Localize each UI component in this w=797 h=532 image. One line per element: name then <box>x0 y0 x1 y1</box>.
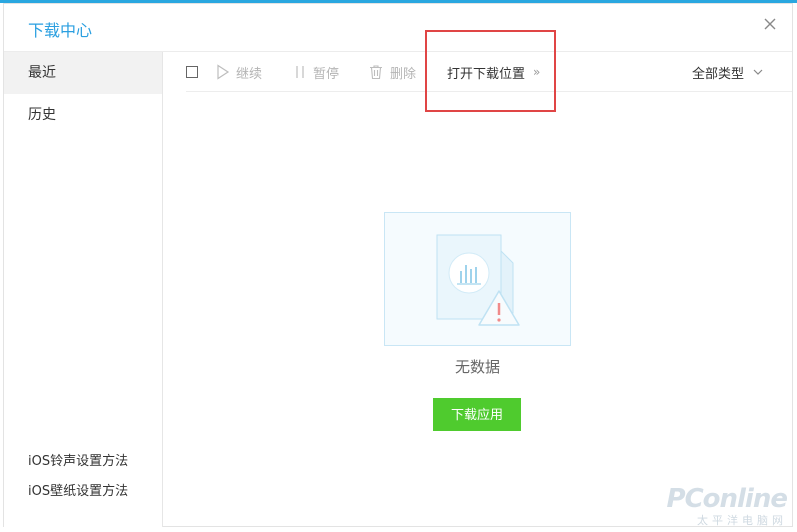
sidebar-help-links: iOS铃声设置方法 iOS壁纸设置方法 <box>28 447 128 507</box>
sidebar-item-history[interactable]: 历史 <box>4 94 162 136</box>
open-location-label: 打开下载位置 <box>447 66 526 82</box>
filter-label: 全部类型 <box>691 66 744 82</box>
open-download-location-button[interactable]: 打开下载位置 » <box>447 52 540 92</box>
watermark-brand: PConline <box>666 484 788 514</box>
pause-button[interactable]: 暂停 <box>293 52 339 92</box>
continue-label: 继续 <box>236 66 263 82</box>
delete-label: 删除 <box>390 66 417 82</box>
sidebar: 最近 历史 iOS铃声设置方法 iOS壁纸设置方法 <box>4 52 163 527</box>
window-title: 下载中心 <box>28 21 93 40</box>
sidebar-item-recent[interactable]: 最近 <box>4 52 162 94</box>
type-filter-dropdown[interactable]: 全部类型 <box>692 52 764 92</box>
empty-state-message: 无数据 <box>454 358 500 376</box>
watermark-subtitle: 太平洋电脑网 <box>697 514 787 527</box>
empty-state-illustration <box>384 212 571 346</box>
double-chevron-right-icon: » <box>533 65 540 79</box>
download-app-button[interactable]: 下载应用 <box>433 398 521 431</box>
pause-label: 暂停 <box>313 66 340 82</box>
play-icon <box>217 64 230 80</box>
ios-ringtone-guide-link[interactable]: iOS铃声设置方法 <box>28 447 128 477</box>
continue-button[interactable]: 继续 <box>216 52 262 92</box>
trash-icon <box>370 65 382 80</box>
select-all-checkbox[interactable] <box>186 66 198 78</box>
delete-button[interactable]: 删除 <box>368 52 416 92</box>
pconline-watermark: PConline 太平洋电脑网 <box>666 484 788 528</box>
title-bar: 下载中心 <box>4 4 792 52</box>
pause-icon <box>296 66 304 78</box>
ios-wallpaper-guide-link[interactable]: iOS壁纸设置方法 <box>28 477 128 507</box>
toolbar: 继续 暂停 删除 打开下载位置 » 全部类型 <box>186 52 792 92</box>
close-icon[interactable] <box>760 14 780 34</box>
chevron-down-icon <box>753 69 763 75</box>
